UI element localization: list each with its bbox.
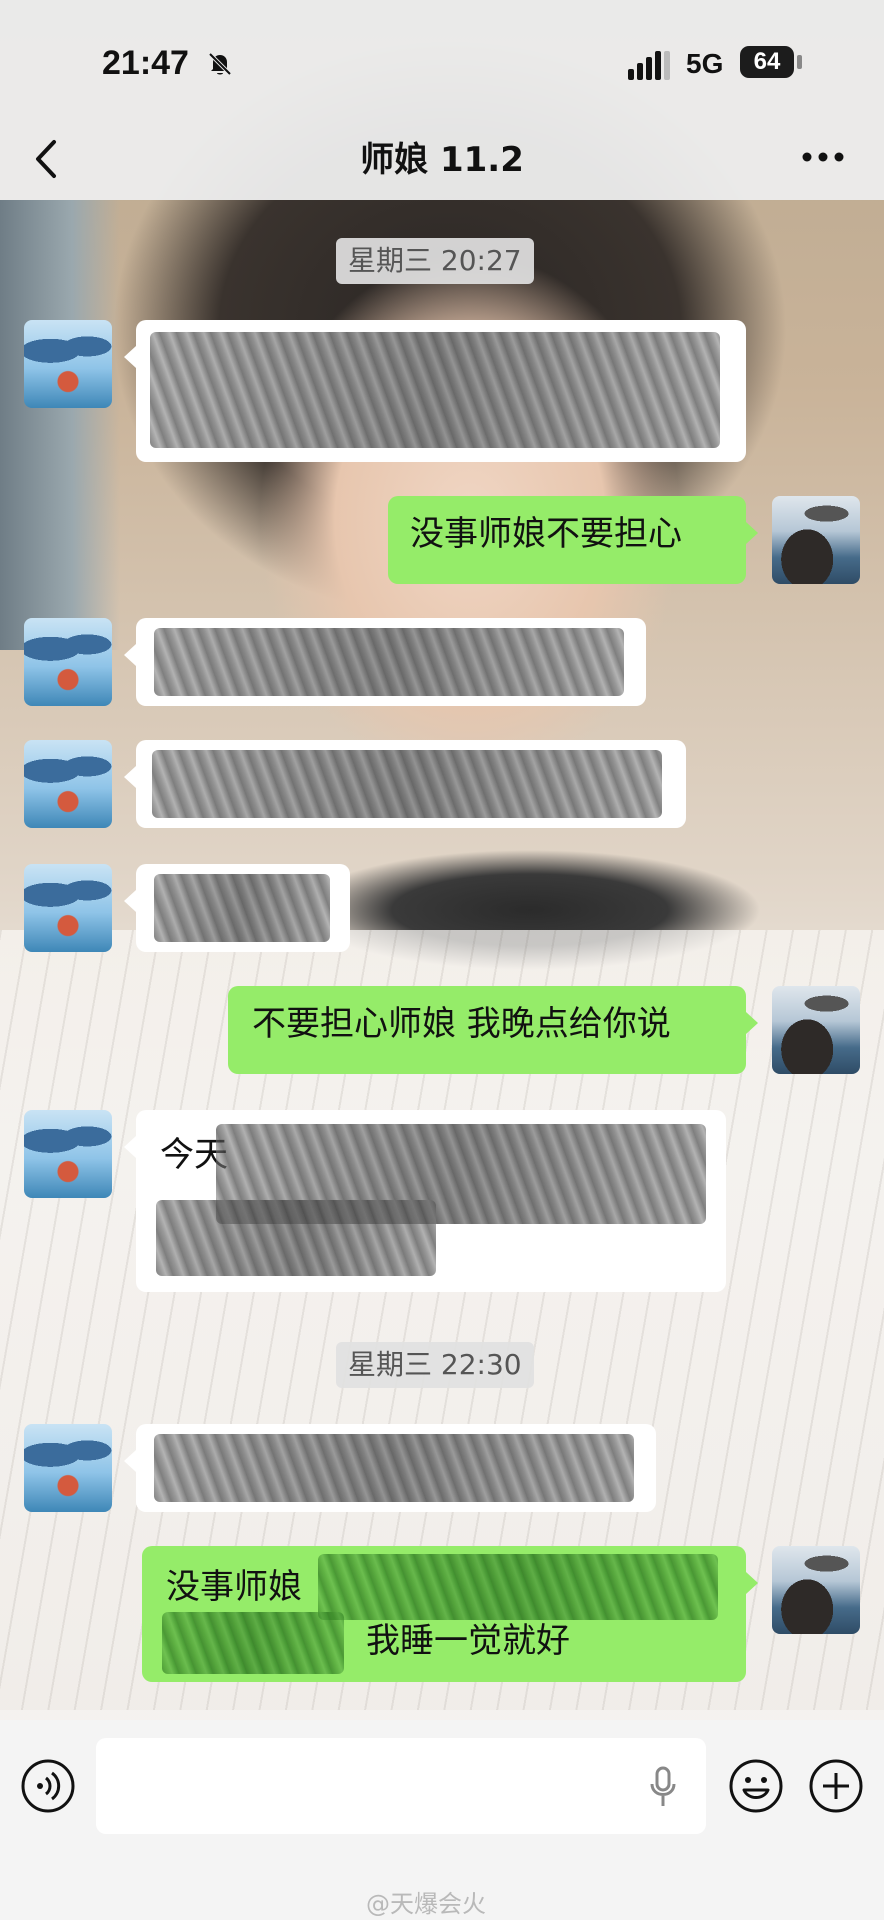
message-text: 没事师娘不要担心: [410, 514, 682, 554]
message-bubble[interactable]: 没事师娘 我睡一觉就好: [142, 1546, 758, 1682]
message-input[interactable]: [96, 1738, 706, 1834]
timestamp: 星期三 22:30: [336, 1342, 534, 1388]
message-bubble[interactable]: [124, 864, 350, 952]
network-type: 5G: [686, 48, 724, 79]
message-bubble[interactable]: [124, 618, 646, 706]
avatar[interactable]: [24, 1424, 112, 1512]
redacted-text: [156, 1200, 436, 1276]
bell-off-icon: [208, 52, 232, 76]
avatar[interactable]: [772, 496, 860, 584]
avatar[interactable]: [772, 1546, 860, 1634]
emoji-icon[interactable]: [728, 1758, 784, 1814]
redacted-text: [318, 1554, 718, 1620]
message-bubble[interactable]: 不要担心师娘 我晚点给你说: [228, 986, 758, 1074]
more-icon[interactable]: [800, 150, 846, 164]
message-bubble[interactable]: [124, 320, 746, 462]
message-bubble[interactable]: 没事师娘不要担心: [388, 496, 758, 584]
voice-icon[interactable]: [20, 1758, 76, 1814]
message-text: 我睡一觉就好: [366, 1621, 570, 1661]
signal-icon: [628, 51, 670, 80]
redacted-text: [150, 332, 720, 448]
message-bubble[interactable]: [124, 740, 686, 828]
message-bubble[interactable]: 今天: [124, 1110, 726, 1292]
plus-icon[interactable]: [808, 1758, 864, 1814]
avatar[interactable]: [24, 618, 112, 706]
chat-title: 师娘 11.2: [360, 140, 524, 180]
timestamp: 星期三 20:27: [336, 238, 534, 284]
avatar[interactable]: [24, 320, 112, 408]
redacted-text: [162, 1612, 344, 1674]
avatar[interactable]: [24, 864, 112, 952]
avatar[interactable]: [24, 740, 112, 828]
background-window: [0, 200, 120, 650]
message-text: 不要担心师娘 我晚点给你说: [252, 1004, 671, 1044]
avatar[interactable]: [24, 1110, 112, 1198]
status-time: 21:47: [102, 44, 189, 82]
battery-nub: [797, 55, 802, 69]
redacted-text: [152, 750, 662, 818]
redacted-text: [154, 1434, 634, 1502]
mic-icon[interactable]: [648, 1766, 678, 1808]
watermark: @天爆会火: [366, 1890, 486, 1918]
message-bubble[interactable]: [124, 1424, 656, 1512]
redacted-text: [154, 628, 624, 696]
redacted-text: [154, 874, 330, 942]
message-text: 没事师娘: [166, 1567, 302, 1607]
battery-indicator: 64: [740, 46, 794, 78]
avatar[interactable]: [772, 986, 860, 1074]
